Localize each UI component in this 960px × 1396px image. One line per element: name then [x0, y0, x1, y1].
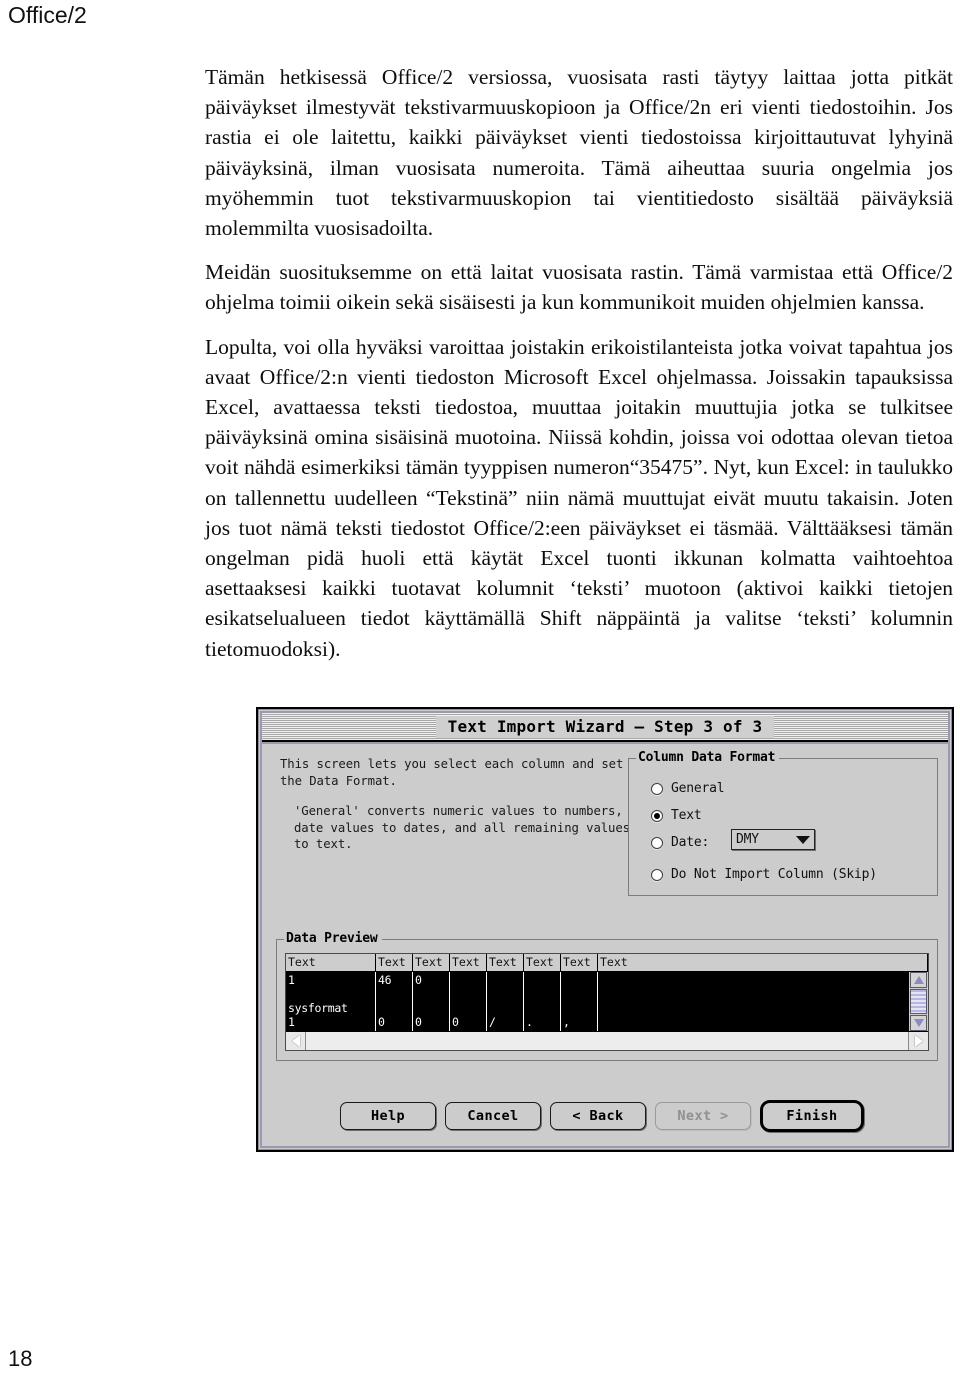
preview-column-header[interactable]: Text — [487, 954, 524, 971]
preview-cell: . — [526, 1015, 533, 1029]
preview-cell: 1 — [288, 973, 295, 987]
body-text-column: Tämän hetkisessä Office/2 versiossa, vuo… — [205, 62, 953, 664]
cancel-button[interactable]: Cancel — [445, 1102, 541, 1130]
running-header: Office/2 — [8, 2, 87, 28]
preview-column: . — [524, 972, 561, 1031]
column-data-format-group: Column Data Format General Text Date: DM… — [628, 750, 938, 896]
horizontal-scroll-track[interactable] — [306, 1032, 908, 1050]
paragraph-1: Tämän hetkisessä Office/2 versiossa, vuo… — [205, 65, 953, 241]
radio-circle-icon[interactable] — [651, 782, 663, 795]
data-preview-header-row: Text Text Text Text Text Text Text Text — [286, 954, 928, 972]
preview-column: , — [561, 972, 598, 1031]
radio-option-general[interactable]: General — [651, 781, 725, 796]
chevron-down-icon — [796, 835, 810, 844]
radio-label-general: General — [671, 781, 725, 796]
preview-column: 46 0 — [376, 972, 413, 1031]
date-format-dropdown[interactable]: DMY — [731, 829, 815, 850]
description-line-1: This screen lets you select each column … — [280, 757, 624, 788]
data-preview-columns: 1 sysformat 1 46 0 0 0 0 / . , — [286, 972, 908, 1031]
date-format-value: DMY — [736, 832, 759, 847]
preview-column-header[interactable]: Text — [598, 954, 928, 971]
preview-column: 0 0 — [413, 972, 450, 1031]
data-preview-group: Data Preview Text Text Text Text Text Te… — [276, 931, 938, 1061]
dialog-description: This screen lets you select each column … — [280, 756, 630, 853]
paragraph-2: Meidän suosituksemme on että laitat vuos… — [205, 260, 953, 315]
preview-column: / — [487, 972, 524, 1031]
preview-cell: 0 — [415, 973, 422, 987]
preview-column-header[interactable]: Text — [450, 954, 487, 971]
radio-circle-icon[interactable] — [651, 836, 663, 849]
help-button[interactable]: Help — [340, 1102, 436, 1130]
radio-label-text: Text — [671, 808, 702, 823]
back-button[interactable]: < Back — [550, 1102, 646, 1130]
data-preview-legend: Data Preview — [284, 931, 382, 946]
radio-label-date: Date: — [671, 835, 710, 850]
paragraph-3: Lopulta, voi olla hyväksi varoittaa jois… — [205, 334, 953, 661]
preview-column — [598, 972, 908, 1031]
next-button: Next > — [655, 1102, 751, 1130]
dialog-title: Text Import Wizard – Step 3 of 3 — [435, 715, 775, 738]
dialog-button-row: Help Cancel < Back Next > Finish — [262, 1100, 948, 1132]
preview-horizontal-scrollbar[interactable] — [286, 1031, 928, 1050]
dialog-titlebar[interactable]: Text Import Wizard – Step 3 of 3 — [262, 713, 948, 742]
description-line-2: 'General' converts numeric values to num… — [294, 804, 630, 851]
data-preview-body: 1 sysformat 1 46 0 0 0 0 / . , — [286, 972, 928, 1031]
preview-cell: / — [489, 1015, 496, 1029]
preview-column-header[interactable]: Text — [286, 954, 376, 971]
preview-cell: , — [563, 1015, 570, 1029]
preview-cell: 46 — [378, 973, 392, 987]
preview-column-header[interactable]: Text — [524, 954, 561, 971]
preview-vertical-scrollbar[interactable] — [908, 972, 928, 1031]
dialog-content: This screen lets you select each column … — [262, 742, 948, 1146]
scroll-right-arrow-icon[interactable] — [908, 1032, 928, 1050]
dialog-inner-frame: Text Import Wizard – Step 3 of 3 This sc… — [260, 711, 950, 1148]
data-preview-frame: Text Text Text Text Text Text Text Text … — [285, 953, 929, 1051]
column-data-format-legend: Column Data Format — [636, 750, 780, 765]
preview-column-header[interactable]: Text — [413, 954, 450, 971]
radio-circle-icon[interactable] — [651, 868, 663, 881]
page-number: 18 — [8, 1346, 33, 1371]
preview-column: 0 — [450, 972, 487, 1031]
text-import-wizard-dialog: Text Import Wizard – Step 3 of 3 This sc… — [256, 707, 954, 1152]
radio-label-skip: Do Not Import Column (Skip) — [671, 867, 877, 882]
preview-cell: 1 — [288, 1015, 295, 1029]
finish-button[interactable]: Finish — [760, 1100, 864, 1132]
radio-option-text[interactable]: Text — [651, 808, 702, 823]
preview-column-header[interactable]: Text — [376, 954, 413, 971]
preview-cell: 0 — [452, 1015, 459, 1029]
preview-column: 1 sysformat 1 — [286, 972, 376, 1031]
preview-cell: 0 — [378, 1015, 385, 1029]
scroll-up-arrow-icon[interactable] — [910, 972, 927, 988]
scrollbar-thumb[interactable] — [910, 989, 927, 1014]
radio-circle-selected-icon[interactable] — [651, 809, 663, 822]
radio-option-date[interactable]: Date: — [651, 835, 709, 850]
radio-option-skip[interactable]: Do Not Import Column (Skip) — [651, 867, 877, 882]
preview-cell: sysformat — [288, 1001, 348, 1015]
preview-cell: 0 — [415, 1015, 422, 1029]
preview-column-header[interactable]: Text — [561, 954, 598, 971]
scroll-down-arrow-icon[interactable] — [910, 1015, 927, 1031]
scroll-left-arrow-icon[interactable] — [286, 1032, 306, 1050]
